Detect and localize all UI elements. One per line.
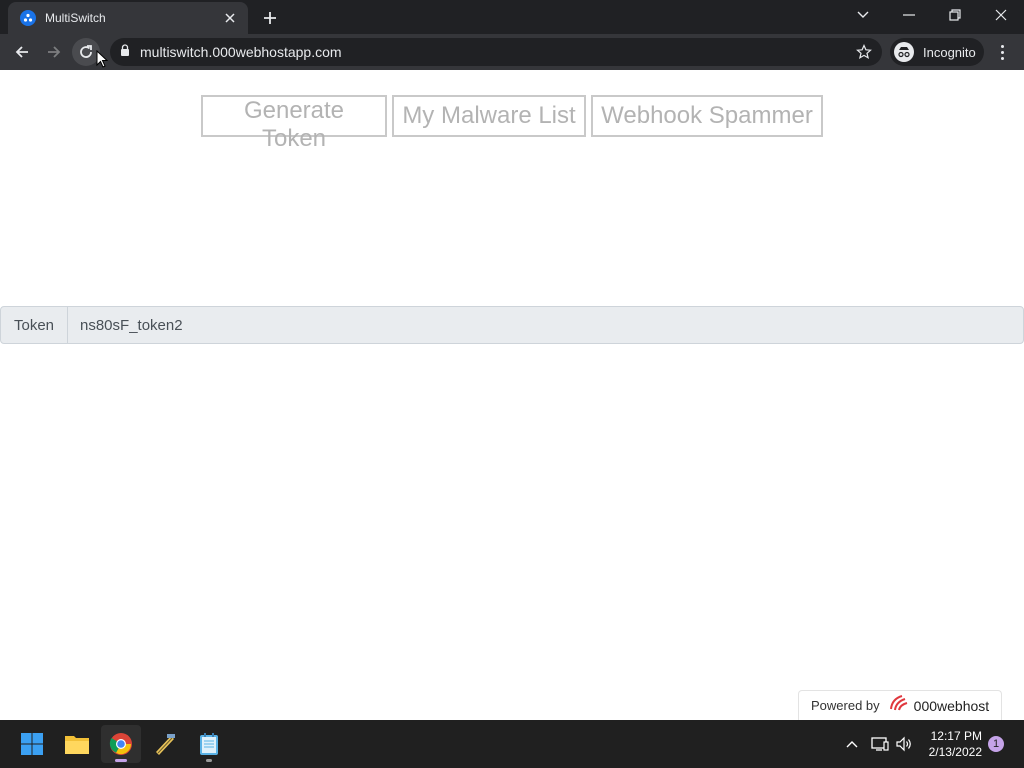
incognito-icon	[894, 42, 914, 62]
powered-by-label: Powered by	[811, 698, 880, 713]
app-icon[interactable]	[145, 725, 185, 763]
powered-by-brand: 000webhost	[913, 697, 990, 714]
tab-title: MultiSwitch	[45, 11, 106, 25]
powered-by-badge[interactable]: Powered by 000webhost	[798, 690, 1002, 720]
start-icon[interactable]	[12, 725, 52, 763]
clock-time: 12:17 PM	[930, 729, 982, 743]
token-input-group: Token ns80sF_token2	[0, 306, 1024, 344]
volume-icon[interactable]	[894, 734, 914, 754]
address-bar[interactable]: multiswitch.000webhostapp.com	[110, 38, 882, 66]
clock-date: 2/13/2022	[928, 745, 982, 759]
taskbar-clock[interactable]: 12:17 PM 2/13/2022	[920, 728, 982, 760]
webhook-spammer-button[interactable]: Webhook Spammer	[591, 95, 823, 137]
lock-icon	[120, 43, 130, 61]
browser-menu-icon[interactable]	[992, 42, 1012, 62]
restore-icon[interactable]	[932, 0, 978, 30]
minimize-icon[interactable]	[886, 0, 932, 30]
page-content: Generate Token My Malware List Webhook S…	[0, 70, 1024, 720]
bookmark-star-icon[interactable]	[856, 44, 872, 65]
browser-tab[interactable]: MultiSwitch	[8, 2, 248, 34]
action-button-row: Generate Token My Malware List Webhook S…	[0, 95, 1024, 152]
incognito-label: Incognito	[923, 44, 976, 60]
mouse-cursor-icon	[96, 49, 109, 73]
000webhost-logo-icon	[888, 694, 910, 717]
windows-taskbar: 12:17 PM 2/13/2022	[0, 720, 1024, 768]
chevron-up-icon[interactable]	[842, 734, 862, 754]
new-tab-icon[interactable]	[259, 7, 281, 29]
close-window-icon[interactable]	[978, 0, 1024, 30]
running-app-indicator	[206, 759, 212, 762]
token-label: Token	[1, 307, 68, 343]
incognito-indicator[interactable]: Incognito	[890, 38, 984, 66]
chrome-icon[interactable]	[101, 725, 141, 763]
file-explorer-icon[interactable]	[57, 725, 97, 763]
active-app-indicator	[115, 759, 127, 762]
notepad-icon[interactable]	[189, 725, 229, 763]
forward-icon[interactable]	[40, 38, 68, 66]
browser-toolbar: multiswitch.000webhostapp.com Incognito	[0, 34, 1024, 70]
multiswitch-favicon-icon	[20, 10, 36, 26]
generate-token-button[interactable]: Generate Token	[201, 95, 387, 152]
tab-search-icon[interactable]	[840, 0, 886, 30]
malware-list-button[interactable]: My Malware List	[392, 95, 586, 137]
tab-close-icon[interactable]	[222, 10, 238, 26]
back-icon[interactable]	[8, 38, 36, 66]
tab-strip: MultiSwitch	[0, 0, 1024, 34]
notification-badge[interactable]: 1	[988, 736, 1004, 752]
token-field[interactable]: ns80sF_token2	[68, 307, 1023, 343]
url-text: multiswitch.000webhostapp.com	[140, 44, 342, 60]
network-icon[interactable]	[870, 734, 890, 754]
